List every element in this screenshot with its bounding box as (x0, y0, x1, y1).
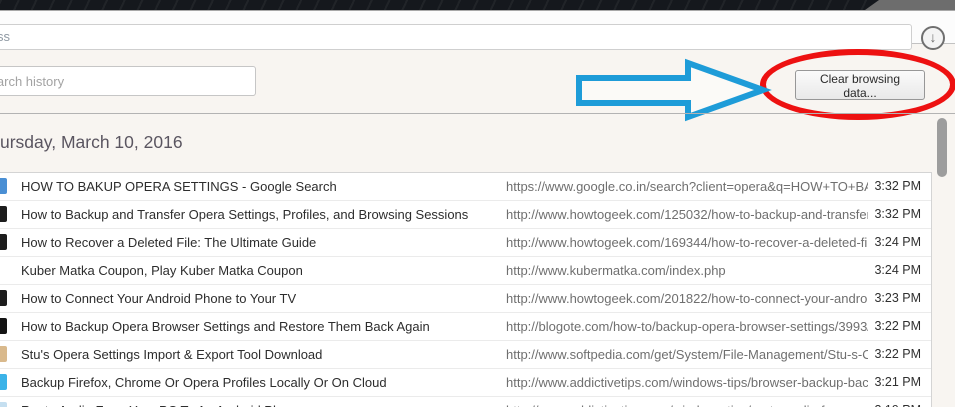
addictivetips-favicon (0, 374, 7, 390)
history-entry-title[interactable]: Route Audio From Your PC To An Android P… (21, 397, 302, 407)
clear-browsing-data-button[interactable]: Clear browsing data... (795, 70, 925, 100)
history-entry-url: http://www.softpedia.com/get/System/File… (506, 347, 868, 362)
history-entry-time: 3:22 PM (874, 347, 921, 361)
history-entry-title[interactable]: How to Backup Opera Browser Settings and… (21, 313, 430, 340)
history-entry-title[interactable]: Kuber Matka Coupon, Play Kuber Matka Cou… (21, 257, 303, 284)
howtogeek-favicon (0, 234, 7, 250)
history-row[interactable]: Kuber Matka Coupon, Play Kuber Matka Cou… (0, 257, 931, 285)
tab-strip-gray-segment (865, 0, 955, 10)
softpedia-favicon (0, 346, 7, 362)
history-entry-url: http://www.kubermatka.com/index.php (506, 263, 726, 278)
history-row[interactable]: How to Recover a Deleted File: The Ultim… (0, 229, 931, 257)
history-row[interactable]: How to Connect Your Android Phone to You… (0, 285, 931, 313)
kubermatka-favicon (0, 262, 7, 278)
opera-history-window: ss ↓ Clear browsing data... ursday, Marc… (0, 0, 955, 407)
address-bar-input[interactable]: ss (0, 24, 912, 50)
history-row[interactable]: Stu's Opera Settings Import & Export Too… (0, 341, 931, 369)
howtogeek-favicon (0, 290, 7, 306)
history-entry-title[interactable]: How to Recover a Deleted File: The Ultim… (21, 229, 316, 256)
download-icon[interactable]: ↓ (921, 26, 945, 50)
howtogeek-favicon (0, 206, 7, 222)
history-list: HOW TO BAKUP OPERA SETTINGS - Google Sea… (0, 172, 932, 407)
history-row[interactable]: How to Backup Opera Browser Settings and… (0, 313, 931, 341)
history-entry-url: http://www.howtogeek.com/125032/how-to-b… (506, 207, 868, 222)
google-favicon (0, 178, 7, 194)
history-entry-time: 3:32 PM (874, 207, 921, 221)
address-bar-row: ss ↓ (0, 10, 955, 50)
history-entry-title[interactable]: Stu's Opera Settings Import & Export Too… (21, 341, 322, 368)
history-entry-title[interactable]: HOW TO BAKUP OPERA SETTINGS - Google Sea… (21, 173, 337, 200)
history-row[interactable]: Route Audio From Your PC To An Android P… (0, 397, 931, 407)
history-entry-url: https://www.google.co.in/search?client=o… (506, 179, 868, 194)
addictivetips-favicon (0, 402, 7, 407)
history-entry-time: 3:24 PM (874, 263, 921, 277)
history-entry-url: http://www.howtogeek.com/201822/how-to-c… (506, 291, 868, 306)
history-entry-url: http://www.addictivetips.com/windows-tip… (506, 375, 868, 390)
history-entry-title[interactable]: How to Connect Your Android Phone to You… (21, 285, 296, 312)
history-date-header: ursday, March 10, 2016 (0, 132, 183, 152)
history-row[interactable]: Backup Firefox, Chrome Or Opera Profiles… (0, 369, 931, 397)
blogote-favicon (0, 318, 7, 334)
history-entry-time: 3:23 PM (874, 291, 921, 305)
history-entry-url: http://blogote.com/how-to/backup-opera-b… (506, 319, 868, 334)
history-entry-time: 3:32 PM (874, 179, 921, 193)
history-entry-time: 3:24 PM (874, 235, 921, 249)
toolbar-divider (0, 113, 955, 114)
search-history-input[interactable] (0, 66, 256, 96)
history-row[interactable]: How to Backup and Transfer Opera Setting… (0, 201, 931, 229)
history-row[interactable]: HOW TO BAKUP OPERA SETTINGS - Google Sea… (0, 173, 931, 201)
history-entry-time: 3:19 PM (874, 397, 921, 407)
history-entry-time: 3:21 PM (874, 375, 921, 389)
history-entry-time: 3:22 PM (874, 319, 921, 333)
history-entry-title[interactable]: Backup Firefox, Chrome Or Opera Profiles… (21, 369, 387, 396)
history-entry-url: http://www.howtogeek.com/169344/how-to-r… (506, 235, 868, 250)
tab-strip (0, 0, 955, 10)
scrollbar-thumb[interactable] (937, 118, 947, 177)
history-entry-url: http://www.addictivetips.com/windows-tip… (506, 397, 868, 407)
history-entry-title[interactable]: How to Backup and Transfer Opera Setting… (21, 201, 468, 228)
